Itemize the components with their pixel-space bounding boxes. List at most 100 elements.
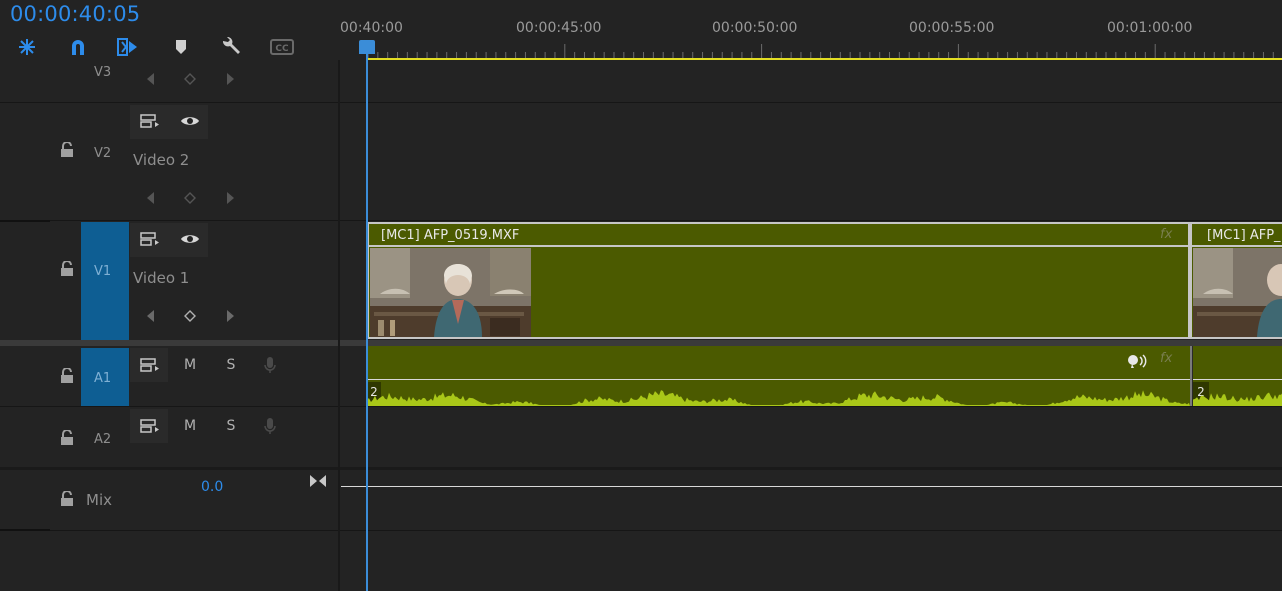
audio-clip[interactable]: 2: [1192, 346, 1282, 406]
video-clip[interactable]: [MC1] AFP_0519.MXF fx: [367, 222, 1190, 339]
lock-track-a1[interactable]: [55, 365, 79, 387]
captions-icon: CC: [270, 39, 294, 55]
track-id-a1: A1: [94, 371, 112, 386]
playhead-handle[interactable]: [359, 40, 375, 54]
add-keyframe-button[interactable]: [178, 305, 202, 327]
add-keyframe-button[interactable]: [178, 187, 202, 209]
lock-track-v1[interactable]: [55, 258, 79, 280]
captions-button[interactable]: CC: [270, 36, 294, 58]
toggle-output-v1[interactable]: [178, 228, 202, 250]
sync-lock-a1[interactable]: [138, 354, 162, 376]
triangle-left-icon: [147, 73, 154, 85]
toggle-output-v2[interactable]: [178, 110, 202, 132]
mute-track-a2[interactable]: M: [178, 415, 202, 437]
clip-name: [MC1] AFP_: [1207, 228, 1281, 243]
snap-icon: [19, 39, 35, 55]
bowtie-icon: [310, 475, 326, 487]
prev-keyframe-button[interactable]: [138, 187, 162, 209]
triangle-right-icon: [227, 73, 234, 85]
go-to-in-out-button[interactable]: [306, 470, 330, 492]
ruler-label: 00:01:00:00: [1107, 20, 1193, 36]
wrench-settings-icon: [222, 37, 240, 54]
edit-point[interactable]: [1190, 346, 1192, 406]
next-keyframe-button[interactable]: [219, 68, 243, 90]
microphone-icon: [264, 418, 276, 434]
voiceover-record-a2[interactable]: [258, 415, 282, 437]
ruler-label: 00:00:55:00: [909, 20, 995, 36]
lock-track-v2[interactable]: [55, 139, 79, 161]
fx-badge[interactable]: fx: [1160, 351, 1172, 366]
prev-keyframe-button[interactable]: [138, 305, 162, 327]
track-lane-a2[interactable]: [340, 407, 1282, 467]
sync-lock-icon: [140, 358, 159, 372]
prev-keyframe-button[interactable]: [138, 68, 162, 90]
voiceover-record-a1[interactable]: [258, 354, 282, 376]
timeline-settings-button[interactable]: [219, 36, 243, 58]
mix-volume-value[interactable]: 0.0: [201, 479, 223, 495]
next-keyframe-button[interactable]: [219, 305, 243, 327]
source-patch-v1[interactable]: [81, 222, 129, 340]
fx-badge[interactable]: fx: [1160, 227, 1172, 242]
ruler-label: 00:00:45:00: [516, 20, 602, 36]
mix-volume-line[interactable]: [341, 486, 1282, 487]
add-marker-button[interactable]: [169, 36, 193, 58]
playhead-line[interactable]: [366, 52, 368, 591]
ruler-label: 00:00:50:00: [712, 20, 798, 36]
clip-thumbnail: [1193, 248, 1282, 337]
triangle-right-icon: [227, 192, 234, 204]
video-clip[interactable]: [MC1] AFP_: [1190, 222, 1282, 339]
waveform-shape: [1193, 392, 1282, 406]
sync-lock-v2[interactable]: [138, 110, 162, 132]
eye-icon: [181, 235, 199, 243]
sync-lock-icon: [140, 419, 159, 433]
track-lane-mix[interactable]: [340, 470, 1282, 530]
triangle-right-icon: [227, 310, 234, 322]
clip-thumbnail: [370, 248, 531, 337]
track-id-v3: V3: [94, 65, 112, 80]
header-divider[interactable]: [338, 60, 340, 591]
mute-track-a1[interactable]: M: [178, 354, 202, 376]
audio-waveform: [1193, 392, 1282, 406]
sync-lock-a2[interactable]: [138, 415, 162, 437]
track-lane-v2[interactable]: [340, 103, 1282, 220]
ruler-label: 00:40:00: [340, 20, 403, 36]
marker-icon: [176, 40, 186, 54]
lock-track-mix[interactable]: [55, 488, 79, 510]
waveform-shape: [367, 390, 1190, 406]
sync-lock-icon: [140, 232, 159, 246]
linked-clips-button[interactable]: [66, 36, 90, 58]
linked-selection-icon: [117, 38, 137, 56]
add-keyframe-button[interactable]: [178, 68, 202, 90]
lock-open-icon: [61, 142, 73, 157]
keyframe-diamond-icon: [184, 192, 196, 204]
lock-open-icon: [61, 430, 73, 445]
timecode-display[interactable]: 00:00:40:05: [10, 2, 140, 26]
next-keyframe-button[interactable]: [219, 187, 243, 209]
sync-lock-icon: [140, 114, 159, 128]
magnet-link-icon: [72, 40, 84, 55]
sync-lock-v1[interactable]: [138, 228, 162, 250]
solo-track-a1[interactable]: S: [219, 354, 243, 376]
thumbnail-image: [1193, 248, 1282, 337]
lock-open-icon: [61, 261, 73, 276]
track-id-a2: A2: [94, 432, 112, 447]
solo-track-a2[interactable]: S: [219, 415, 243, 437]
track-id-v1: V1: [94, 264, 112, 279]
track-lane-v3[interactable]: [340, 60, 1282, 103]
track-name-v1: Video 1: [133, 269, 190, 287]
lock-open-icon: [61, 491, 73, 506]
clip-name: [MC1] AFP_0519.MXF: [381, 228, 520, 243]
track-id-v2: V2: [94, 146, 112, 161]
triangle-left-icon: [147, 310, 154, 322]
keyframe-diamond-icon: [184, 310, 196, 322]
lock-track-a2[interactable]: [55, 427, 79, 449]
keyframe-diamond-icon: [184, 73, 196, 85]
triangle-left-icon: [147, 192, 154, 204]
audio-waveform: [367, 390, 1190, 406]
linked-selection-button[interactable]: [116, 36, 140, 58]
microphone-icon: [264, 357, 276, 373]
svg-text:CC: CC: [275, 44, 289, 54]
audio-clip[interactable]: fx 2: [367, 346, 1190, 406]
eye-icon: [181, 117, 199, 125]
snap-button[interactable]: [15, 36, 39, 58]
